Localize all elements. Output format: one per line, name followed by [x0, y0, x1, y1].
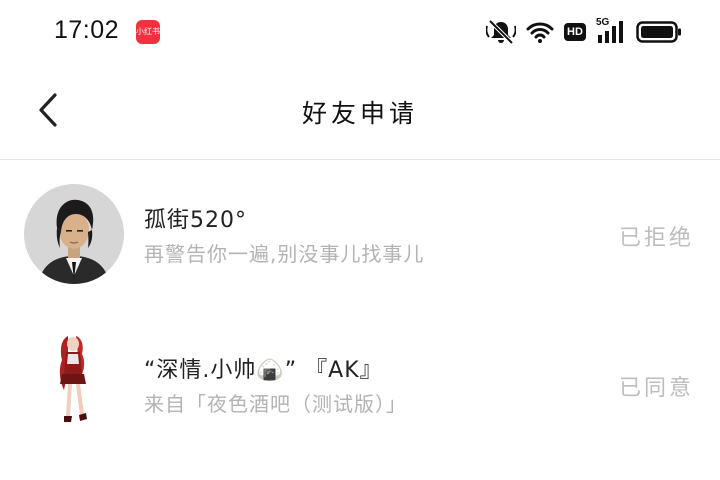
friend-request-list: 孤街520° 再警告你一遍,别没事儿找事儿 已拒绝 “深情.小帅🍙” 『AK』 …: [0, 160, 720, 460]
screen: 17:02 小红书 HD 5G 好友申请 孤街520° 再警告你一遍,别没事儿找…: [0, 0, 720, 480]
page-title: 好友申请: [301, 99, 418, 128]
status-bar: 17:02 小红书 HD 5G: [0, 0, 720, 64]
avatar[interactable]: [24, 330, 124, 430]
requester-name: “深情.小帅🍙” 『AK』: [144, 358, 383, 383]
avatar[interactable]: [24, 184, 124, 284]
wifi-icon: [526, 20, 554, 44]
request-status: 已拒绝: [618, 226, 694, 251]
battery-icon: [636, 20, 682, 44]
friend-request-row[interactable]: “深情.小帅🍙” 『AK』 来自「夜色酒吧（测试版）」 已同意: [0, 310, 720, 460]
cellular-signal-icon: 5G: [596, 17, 626, 45]
request-status: 已同意: [618, 376, 694, 401]
hd-badge: HD: [564, 23, 586, 41]
mute-bell-icon: [486, 19, 516, 45]
requester-name: 孤街520°: [144, 208, 247, 233]
status-time: 17:02: [54, 16, 120, 44]
app-notification-icon: 小红书: [136, 20, 160, 44]
status-icons: HD 5G: [486, 17, 682, 47]
request-message: 再警告你一遍,别没事儿找事儿: [144, 242, 425, 266]
request-message: 来自「夜色酒吧（测试版）」: [144, 392, 407, 416]
header: 好友申请: [0, 64, 720, 160]
friend-request-row[interactable]: 孤街520° 再警告你一遍,别没事儿找事儿 已拒绝: [0, 160, 720, 310]
